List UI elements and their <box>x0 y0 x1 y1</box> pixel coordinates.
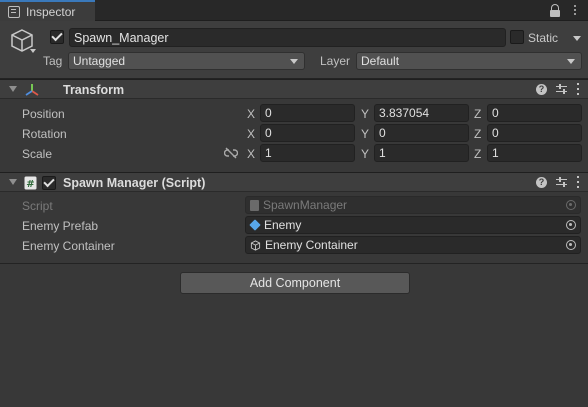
script-hash-icon: # <box>24 176 37 190</box>
object-picker-icon <box>566 200 576 210</box>
scale-x-input[interactable]: 1 <box>260 144 355 162</box>
enemy-container-value: Enemy Container <box>265 238 358 252</box>
gameobject-icon <box>250 239 261 251</box>
icon-dropdown-arrow[interactable] <box>30 49 36 53</box>
script-file-icon <box>250 199 259 211</box>
axis-x-label[interactable]: X <box>247 107 255 121</box>
position-label: Position <box>22 107 65 121</box>
inspector-icon <box>8 5 20 18</box>
static-checkbox[interactable] <box>510 30 524 44</box>
prefab-icon <box>249 219 261 231</box>
scale-label: Scale <box>22 147 53 161</box>
rotation-label: Rotation <box>22 127 67 141</box>
tag-dropdown[interactable]: Untagged <box>68 52 305 70</box>
rotation-x-input[interactable]: 0 <box>260 124 355 142</box>
active-checkbox[interactable] <box>50 30 64 44</box>
lock-icon[interactable] <box>548 2 562 18</box>
axis-x-label[interactable]: X <box>247 127 255 141</box>
chevron-down-icon <box>567 59 575 64</box>
presets-icon[interactable] <box>556 83 567 95</box>
transform-title: Transform <box>63 83 125 97</box>
spawn-manager-header[interactable]: # Spawn Manager (Script) ? <box>0 172 588 192</box>
position-z-input[interactable]: 0 <box>487 104 582 122</box>
enemy-container-label: Enemy Container <box>22 239 115 253</box>
constrain-proportions-icon[interactable] <box>224 147 238 159</box>
axis-y-label[interactable]: Y <box>361 127 369 141</box>
scale-z-input[interactable]: 1 <box>487 144 582 162</box>
help-icon[interactable]: ? <box>536 83 547 95</box>
layer-value: Default <box>361 54 400 68</box>
transform-icon <box>25 84 39 96</box>
component-menu-icon[interactable] <box>576 83 580 95</box>
enemy-prefab-field[interactable]: Enemy <box>245 216 581 234</box>
object-picker-icon[interactable] <box>566 220 576 230</box>
gameobject-header: Spawn_Manager Static Tag Untagged Layer … <box>0 21 588 79</box>
spawn-manager-title: Spawn Manager (Script) <box>63 176 206 190</box>
enemy-prefab-label: Enemy Prefab <box>22 219 99 233</box>
component-enabled-checkbox[interactable] <box>42 176 56 190</box>
chevron-down-icon <box>290 59 298 64</box>
static-dropdown-arrow[interactable] <box>573 36 581 41</box>
axis-z-label[interactable]: Z <box>474 107 481 121</box>
foldout-arrow-icon[interactable] <box>9 86 17 92</box>
position-x-input[interactable]: 0 <box>260 104 355 122</box>
component-menu-icon[interactable] <box>576 176 580 188</box>
help-icon[interactable]: ? <box>536 176 547 188</box>
scale-y-input[interactable]: 1 <box>374 144 469 162</box>
layer-label: Layer <box>320 54 351 68</box>
script-label: Script <box>22 199 53 213</box>
layer-dropdown[interactable]: Default <box>356 52 582 70</box>
axis-y-label[interactable]: Y <box>361 107 369 121</box>
position-y-input[interactable]: 3.837054 <box>374 104 469 122</box>
script-value: SpawnManager <box>263 198 348 212</box>
tab-inspector[interactable]: Inspector <box>0 0 95 21</box>
rotation-y-input[interactable]: 0 <box>374 124 469 142</box>
enemy-container-field[interactable]: Enemy Container <box>245 236 581 254</box>
component-divider <box>0 263 588 264</box>
svg-text:#: # <box>26 179 34 190</box>
add-component-button[interactable]: Add Component <box>180 272 410 294</box>
transform-header[interactable]: Transform ? <box>0 79 588 99</box>
axis-z-label[interactable]: Z <box>474 127 481 141</box>
axis-z-label[interactable]: Z <box>474 147 481 161</box>
object-picker-icon[interactable] <box>566 240 576 250</box>
tag-label: Tag <box>43 54 63 68</box>
object-name-input[interactable]: Spawn_Manager <box>69 28 506 47</box>
rotation-z-input[interactable]: 0 <box>487 124 582 142</box>
enemy-prefab-value: Enemy <box>264 218 302 232</box>
tab-label: Inspector <box>26 4 76 19</box>
axis-y-label[interactable]: Y <box>361 147 369 161</box>
static-label: Static <box>528 31 559 45</box>
tab-menu-icon[interactable] <box>570 2 580 18</box>
tab-bar: Inspector <box>0 0 588 21</box>
presets-icon[interactable] <box>556 176 567 188</box>
script-field: SpawnManager <box>245 196 581 214</box>
tag-value: Untagged <box>73 54 126 68</box>
foldout-arrow-icon[interactable] <box>9 179 17 185</box>
axis-x-label[interactable]: X <box>247 147 255 161</box>
